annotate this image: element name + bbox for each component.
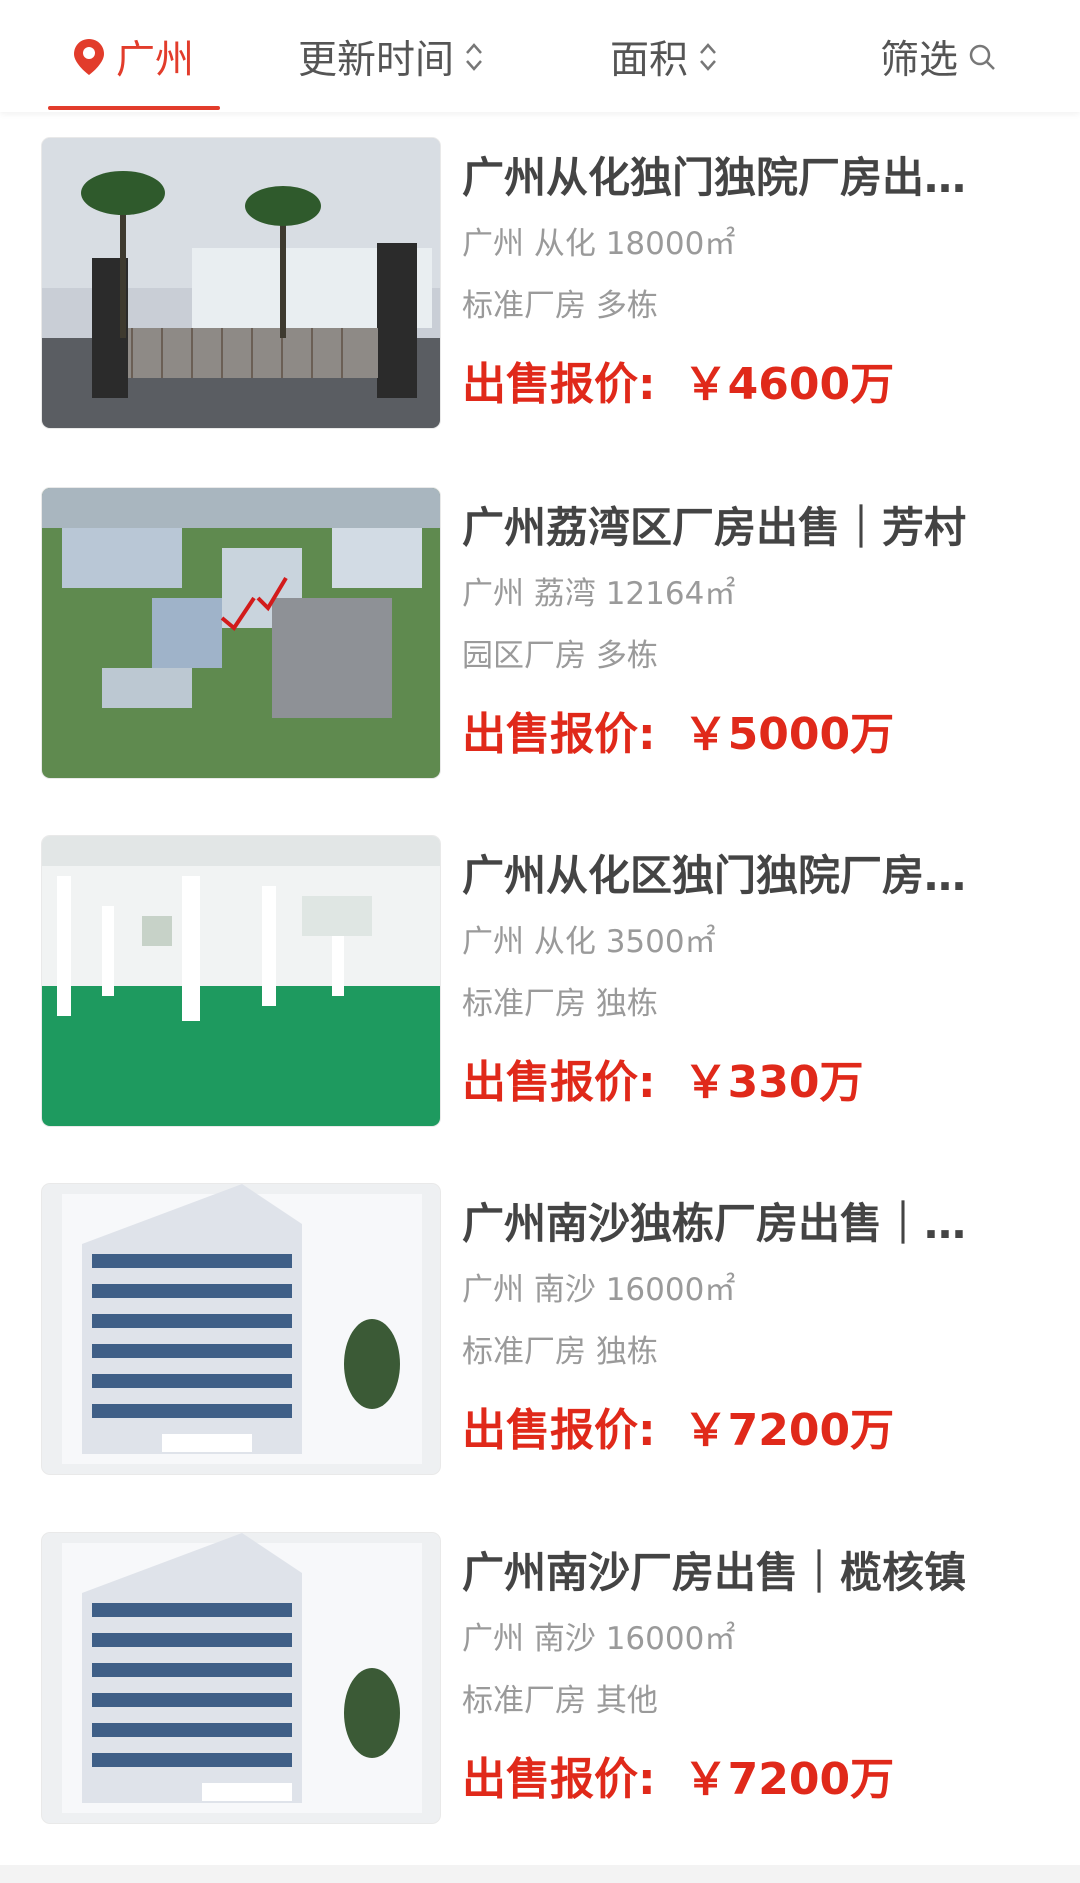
listing-info: 广州南沙厂房出售｜榄核镇 广州 南沙 16000㎡ 标准厂房 其他 出售报价: ￥… bbox=[462, 1543, 1022, 1811]
listing-card[interactable]: 广州从化独门独院厂房出售｜占地18000㎡ 广州 从化 18000㎡ 标准厂房 … bbox=[0, 112, 1080, 432]
price-label: 出售报价: bbox=[462, 709, 656, 760]
update-time-sort[interactable]: 更新时间 bbox=[298, 22, 484, 92]
filter-label: 筛选 bbox=[880, 38, 959, 83]
listing-info: 广州南沙独栋厂房出售｜红本 广州 南沙 16000㎡ 标准厂房 独栋 出售报价:… bbox=[462, 1194, 1022, 1462]
listing-tags: 标准厂房 独栋 bbox=[462, 986, 658, 1022]
listing-card[interactable]: 广州荔湾区厂房出售｜芳村 广州 荔湾 12164㎡ 园区厂房 多栋 出售报价: ￥… bbox=[0, 462, 1080, 782]
listing-thumbnail bbox=[42, 138, 440, 428]
filter-button[interactable]: 筛选 bbox=[880, 22, 996, 92]
listing-tags: 标准厂房 多栋 bbox=[462, 288, 658, 324]
price-value: ￥7200万 bbox=[683, 1405, 895, 1456]
price-label: 出售报价: bbox=[462, 1754, 656, 1805]
listing-info: 广州荔湾区厂房出售｜芳村 广州 荔湾 12164㎡ 园区厂房 多栋 出售报价: ￥… bbox=[462, 498, 1022, 766]
listing-price: 出售报价: ￥7200万 bbox=[462, 1749, 1022, 1811]
price-value: ￥330万 bbox=[683, 1057, 864, 1108]
area-sort[interactable]: 面积 bbox=[610, 22, 718, 92]
active-tab-underline bbox=[48, 106, 220, 110]
listing-price: 出售报价: ￥330万 bbox=[462, 1052, 1022, 1114]
price-value: ￥4600万 bbox=[683, 359, 895, 410]
listing-location-area: 广州 从化 3500㎡ bbox=[462, 924, 716, 960]
sort-updown-icon bbox=[464, 39, 484, 75]
listing-card[interactable]: 广州南沙独栋厂房出售｜红本 广州 南沙 16000㎡ 标准厂房 独栋 出售报价:… bbox=[0, 1158, 1080, 1478]
filter-bar: 广州 更新时间 面积 筛选 bbox=[0, 0, 1080, 112]
listing-info: 广州从化区独门独院厂房出售 广州 从化 3500㎡ 标准厂房 独栋 出售报价: ￥… bbox=[462, 846, 1022, 1114]
listing-title: 广州南沙厂房出售｜榄核镇 bbox=[462, 1548, 967, 1597]
listing-thumbnail bbox=[42, 1184, 440, 1474]
listing-price: 出售报价: ￥5000万 bbox=[462, 704, 1022, 766]
listing-price: 出售报价: ￥4600万 bbox=[462, 354, 1022, 416]
listing-location-area: 广州 南沙 16000㎡ bbox=[462, 1621, 736, 1657]
listing-info: 广州从化独门独院厂房出售｜占地18000㎡ 广州 从化 18000㎡ 标准厂房 … bbox=[462, 148, 1022, 416]
listing-location-area: 广州 荔湾 12164㎡ bbox=[462, 576, 736, 612]
update-time-label: 更新时间 bbox=[298, 38, 455, 83]
search-icon bbox=[968, 43, 996, 71]
listing-tags: 标准厂房 独栋 bbox=[462, 1334, 658, 1370]
listing-card[interactable]: 广州南沙厂房出售｜榄核镇 广州 南沙 16000㎡ 标准厂房 其他 出售报价: ￥… bbox=[0, 1507, 1080, 1827]
listing-thumbnail bbox=[42, 836, 440, 1126]
listing-title: 广州从化独门独院厂房出售｜占地18000㎡ bbox=[462, 153, 1002, 202]
listing-thumbnail bbox=[42, 1533, 440, 1823]
area-label: 面积 bbox=[610, 38, 689, 83]
location-pin-icon bbox=[72, 37, 106, 77]
listing-title: 广州从化区独门独院厂房出售 bbox=[462, 851, 1002, 900]
listing-card[interactable]: 广州从化区独门独院厂房出售 广州 从化 3500㎡ 标准厂房 独栋 出售报价: ￥… bbox=[0, 810, 1080, 1130]
listing-title: 广州荔湾区厂房出售｜芳村 bbox=[462, 503, 967, 552]
listing-title: 广州南沙独栋厂房出售｜红本 bbox=[462, 1199, 1002, 1248]
bottom-bar bbox=[0, 1865, 1080, 1883]
price-value: ￥5000万 bbox=[683, 709, 895, 760]
sort-updown-icon bbox=[698, 39, 718, 75]
listing-tags: 园区厂房 多栋 bbox=[462, 638, 658, 674]
listing-tags: 标准厂房 其他 bbox=[462, 1683, 658, 1719]
listing-price: 出售报价: ￥7200万 bbox=[462, 1400, 1022, 1462]
price-label: 出售报价: bbox=[462, 1057, 656, 1108]
city-filter[interactable]: 广州 bbox=[72, 22, 194, 92]
city-filter-label: 广州 bbox=[116, 38, 195, 83]
price-label: 出售报价: bbox=[462, 1405, 656, 1456]
price-label: 出售报价: bbox=[462, 359, 656, 410]
listing-location-area: 广州 南沙 16000㎡ bbox=[462, 1272, 736, 1308]
price-value: ￥7200万 bbox=[683, 1754, 895, 1805]
listing-location-area: 广州 从化 18000㎡ bbox=[462, 226, 736, 262]
listing-thumbnail bbox=[42, 488, 440, 778]
